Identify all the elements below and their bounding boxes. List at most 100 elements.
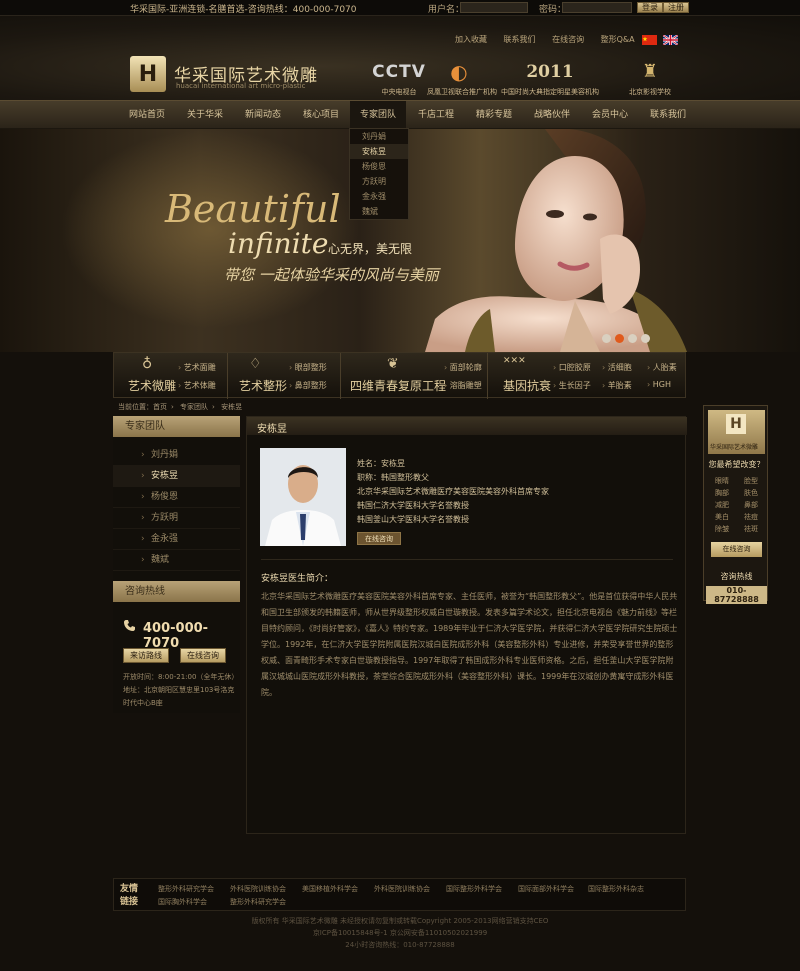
- slide-dot[interactable]: [602, 334, 611, 343]
- media-phoenix: ◐ 凤凰卫视联合推广机构: [427, 60, 497, 97]
- tag-link[interactable]: 肤色: [736, 488, 766, 498]
- service-link[interactable]: 生长因子: [553, 380, 591, 391]
- consult-button[interactable]: 在线咨询: [180, 648, 226, 663]
- dropdown-item-selected[interactable]: 安栋昱: [350, 144, 408, 159]
- route-button[interactable]: 来访路线: [123, 648, 169, 663]
- friend-link[interactable]: 国际整形外科杂志: [588, 884, 644, 894]
- sidebar-item[interactable]: 金永强: [113, 529, 240, 550]
- dropdown-item[interactable]: 杨俊恩: [350, 159, 408, 174]
- nav-features[interactable]: 精彩专题: [466, 101, 522, 129]
- contact-link[interactable]: 联系我们: [504, 34, 536, 45]
- float-consult-button[interactable]: 在线咨询: [711, 542, 762, 557]
- address: 地址：北京朝阳区慧忠里103号洛克时代中心B座: [123, 686, 235, 707]
- tag-link[interactable]: 减肥: [707, 500, 737, 510]
- nav-about[interactable]: 关于华采: [177, 101, 233, 129]
- float-logo-text: 华采国际艺术微雕: [710, 444, 759, 451]
- username-label: 用户名：: [428, 5, 465, 15]
- doctor-photo: [260, 448, 346, 546]
- banner-slogan: 带您 一起体验华采的风尚与美丽: [224, 266, 439, 284]
- nav-partners[interactable]: 战略伙伴: [524, 101, 580, 129]
- friend-link[interactable]: 外科医院训练协会: [374, 884, 430, 894]
- media-caption: 北京影视学校: [629, 88, 671, 96]
- friend-link[interactable]: 整形外科研究学会: [230, 897, 286, 907]
- login-button[interactable]: 登录: [637, 2, 663, 13]
- breadcrumb-experts[interactable]: 专家团队: [180, 403, 208, 411]
- doctor-role: 职称：韩国整形教父: [357, 473, 429, 482]
- register-button[interactable]: 注册: [663, 2, 689, 13]
- fashion-awards-logo: 2011: [526, 62, 574, 82]
- qa-link[interactable]: 整形Q&A: [601, 34, 635, 45]
- password-input[interactable]: [562, 2, 632, 13]
- left-sidebar: 专家团队 刘丹娟 安栋昱 杨俊恩 方跃明 金永强 魏斌 咨询热线 400-000…: [113, 416, 240, 713]
- service-link[interactable]: 眼部整形: [289, 362, 327, 373]
- nav-projects[interactable]: 核心项目: [293, 101, 349, 129]
- breadcrumb-home[interactable]: 当前位置：首页: [118, 403, 167, 411]
- service-link[interactable]: 艺术面雕: [178, 362, 216, 373]
- service-link[interactable]: 人胎素: [647, 362, 677, 373]
- tag-link[interactable]: 鼻部: [736, 500, 766, 510]
- add-favorite-link[interactable]: 加入收藏: [455, 34, 487, 45]
- friend-link[interactable]: 国际整形外科学会: [446, 884, 502, 894]
- service-youth: ❦ 四维青春复原工程 面部轮廓 溶脂雕塑: [342, 353, 488, 399]
- right-float-panel: H 华采国际艺术微雕 您最希望改变？ 眼睛 脸型 胸部 肤色 减肥 鼻部 美白 …: [703, 405, 768, 604]
- online-consult-link[interactable]: 在线咨询: [552, 34, 584, 45]
- service-title[interactable]: 艺术整形: [239, 377, 287, 394]
- nav-news[interactable]: 新闻动态: [235, 101, 291, 129]
- service-title[interactable]: 基因抗衰: [503, 377, 551, 394]
- nav-home[interactable]: 网站首页: [119, 101, 175, 129]
- sidebar-item[interactable]: 杨俊恩: [113, 487, 240, 508]
- slide-dot[interactable]: [641, 334, 650, 343]
- phone-icon: [124, 620, 135, 631]
- tag-link[interactable]: 美白: [707, 512, 737, 522]
- service-title[interactable]: 艺术微雕: [128, 377, 176, 394]
- nav-members[interactable]: 会员中心: [582, 101, 638, 129]
- tag-link[interactable]: 祛斑: [736, 524, 766, 534]
- nav-thousand-stores[interactable]: 千店工程: [408, 101, 464, 129]
- tag-link[interactable]: 眼睛: [707, 476, 737, 486]
- friend-link[interactable]: 国际胸外科学会: [158, 897, 207, 907]
- china-flag-icon[interactable]: [642, 35, 657, 45]
- dropdown-item[interactable]: 刘丹娟: [350, 129, 408, 144]
- service-link[interactable]: 羊胎素: [602, 380, 632, 391]
- doctor-consult-button[interactable]: 在线咨询: [357, 532, 401, 545]
- friend-link[interactable]: 美国移植外科学会: [302, 884, 358, 894]
- service-link[interactable]: 鼻部整形: [289, 380, 327, 391]
- tag-link[interactable]: 胸部: [707, 488, 737, 498]
- username-input[interactable]: [460, 2, 528, 13]
- sidebar-item[interactable]: 方跃明: [113, 508, 240, 529]
- nav-experts[interactable]: 专家团队: [350, 101, 406, 129]
- sidebar-item[interactable]: 魏斌: [113, 550, 240, 571]
- tag-link[interactable]: 祛痘: [736, 512, 766, 522]
- sidebar-item-active[interactable]: 安栋昱: [113, 466, 240, 487]
- slide-dot-active[interactable]: [615, 334, 624, 343]
- service-link[interactable]: 艺术体雕: [178, 380, 216, 391]
- service-link[interactable]: 溶脂雕塑: [444, 380, 482, 391]
- dropdown-item[interactable]: 魏斌: [350, 204, 408, 219]
- tag-link[interactable]: 脸型: [736, 476, 766, 486]
- film-school-logo-icon: ♜: [641, 61, 659, 82]
- friend-link[interactable]: 整形外科研究学会: [158, 884, 214, 894]
- tag-link[interactable]: 除皱: [707, 524, 737, 534]
- service-link[interactable]: HGH: [647, 380, 671, 389]
- logo-mark[interactable]: H: [130, 56, 166, 92]
- sidebar-item[interactable]: 刘丹娟: [113, 445, 240, 466]
- service-strip: ♁ 艺术微雕 艺术面雕 艺术体雕 ♢ 艺术整形 眼部整形 鼻部整形 ❦ 四维青春…: [113, 352, 686, 399]
- float-hotline-label: 咨询热线: [720, 572, 753, 581]
- model-portrait-image: [425, 129, 687, 352]
- banner-subtitle: infinite: [228, 227, 329, 260]
- slide-dot[interactable]: [628, 334, 637, 343]
- banner-title: Beautiful: [165, 187, 341, 231]
- uk-flag-icon[interactable]: [663, 35, 678, 45]
- service-link[interactable]: 活细胞: [602, 362, 632, 373]
- friend-link[interactable]: 国际面部外科学会: [518, 884, 574, 894]
- friend-link[interactable]: 外科医院训练协会: [230, 884, 286, 894]
- dropdown-item[interactable]: 金永强: [350, 189, 408, 204]
- dropdown-item[interactable]: 方跃明: [350, 174, 408, 189]
- nav-contact[interactable]: 联系我们: [640, 101, 696, 129]
- service-link[interactable]: 面部轮廓: [444, 362, 482, 373]
- service-title[interactable]: 四维青春复原工程: [350, 377, 446, 394]
- media-fashion-awards: 2011 中国时尚大典指定明星美容机构: [500, 60, 600, 97]
- sidebar-heading: 专家团队: [113, 416, 240, 437]
- service-link[interactable]: 口腔胶原: [553, 362, 591, 373]
- site-footer: 版权所有 华采国际艺术微雕 未经授权请勿复制或转载Copyright 2005-…: [0, 915, 800, 951]
